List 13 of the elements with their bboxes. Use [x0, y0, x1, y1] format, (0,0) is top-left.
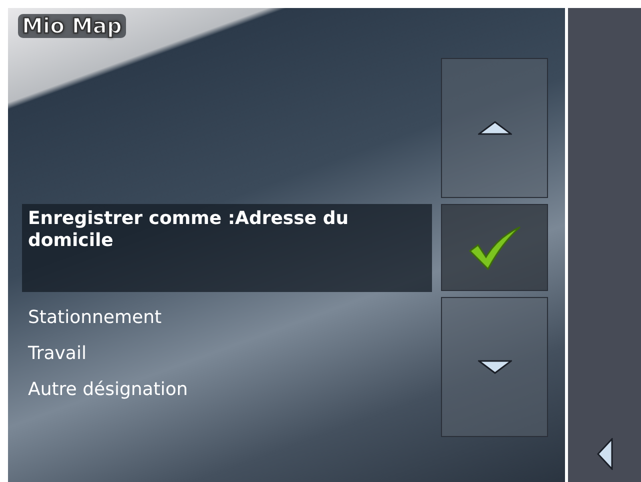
option-item[interactable]: Enregistrer comme :Adresse du domicile [22, 204, 432, 292]
down-arrow-icon [478, 360, 512, 374]
checkmark-icon [468, 224, 522, 270]
option-item[interactable]: Stationnement [22, 300, 432, 336]
option-item[interactable]: Travail [22, 336, 432, 372]
confirm-button[interactable] [441, 204, 548, 291]
up-arrow-icon [478, 121, 512, 135]
scroll-up-button[interactable] [441, 58, 548, 198]
back-button[interactable] [596, 438, 612, 470]
app-logo: Mio Map [18, 14, 126, 38]
left-arrow-icon [596, 438, 612, 470]
option-item[interactable]: Autre désignation [22, 372, 432, 408]
scroll-down-button[interactable] [441, 297, 548, 437]
